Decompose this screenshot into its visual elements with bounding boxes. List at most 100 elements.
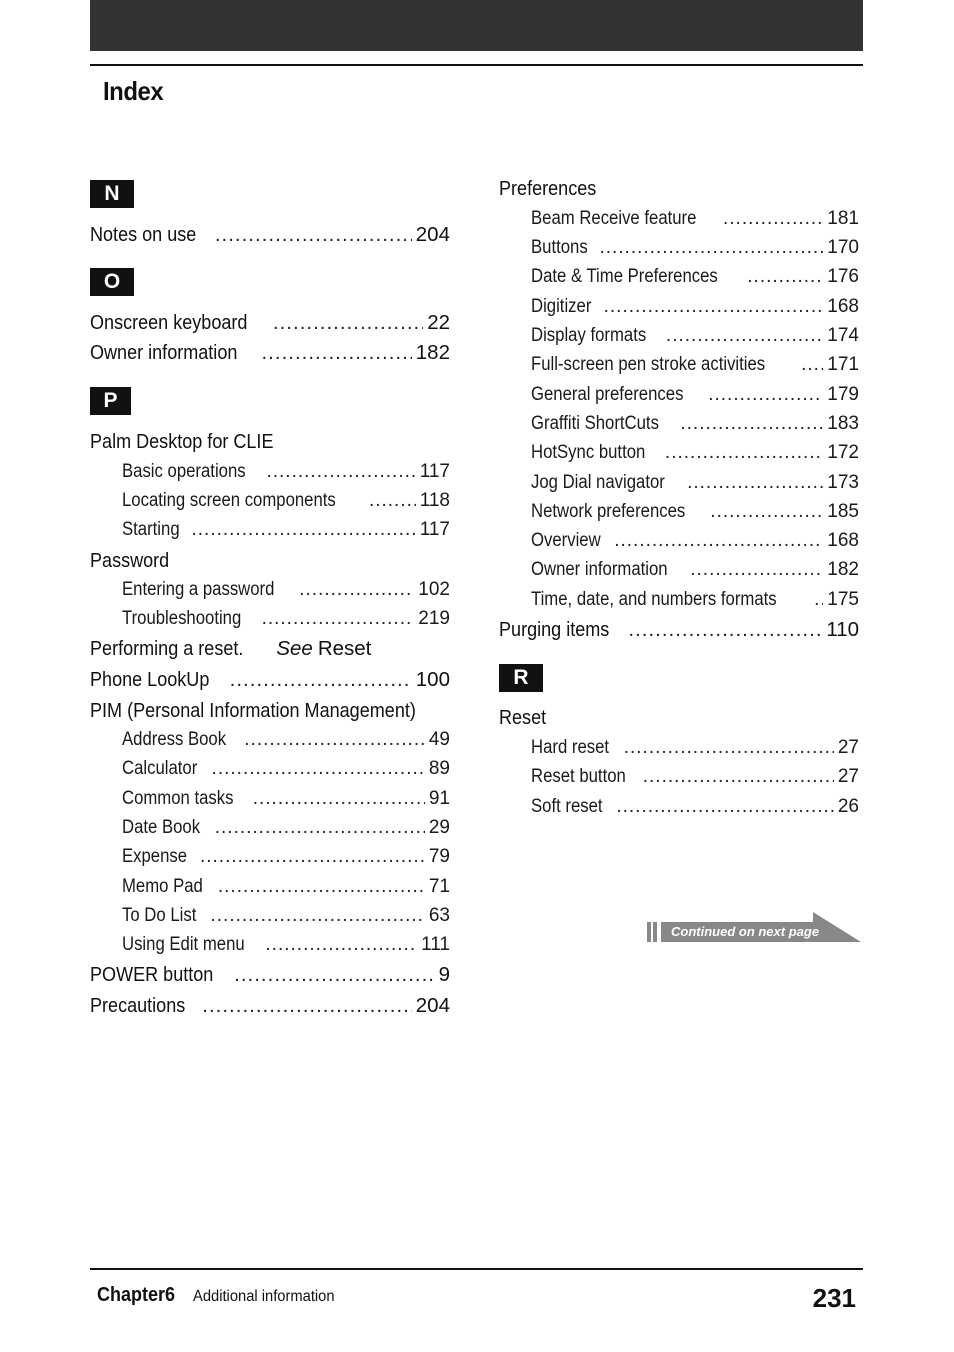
- entry-page-number[interactable]: 27: [838, 763, 859, 791]
- entry-page-number[interactable]: 179: [827, 381, 859, 409]
- entry-page-number[interactable]: 204: [416, 992, 450, 1020]
- entry-page-number[interactable]: 204: [416, 221, 450, 249]
- entry-label: To Do List: [122, 905, 197, 926]
- entry-page-number[interactable]: 168: [827, 527, 859, 555]
- entry-page-number[interactable]: 171: [827, 351, 859, 379]
- entry-page-number[interactable]: 219: [418, 605, 450, 633]
- section-letter-badge: N: [90, 180, 134, 208]
- dot-leader: [801, 351, 823, 379]
- entry-page-number[interactable]: 102: [418, 576, 450, 604]
- dot-leader: [614, 527, 823, 555]
- entry-page-number[interactable]: 181: [827, 205, 859, 233]
- entry-page-number[interactable]: 170: [827, 234, 859, 262]
- entry-page-number[interactable]: 9: [439, 961, 450, 989]
- entry-page-number[interactable]: 172: [827, 439, 859, 467]
- footer-section-title: Additional information: [193, 1288, 335, 1305]
- index-subentry: Digitizer 168: [531, 293, 859, 321]
- entry-label: Preferences: [499, 177, 597, 200]
- entry-label: Basic operations: [122, 461, 246, 482]
- dot-leader: [643, 763, 834, 791]
- entry-label: Buttons: [531, 237, 588, 258]
- index-subentry: Common tasks 91: [122, 785, 450, 813]
- entry-page-number[interactable]: 175: [827, 586, 859, 614]
- entry-page-number[interactable]: 117: [420, 458, 450, 486]
- entry-page-number[interactable]: 63: [429, 902, 450, 930]
- index-subentry: Overview 168: [531, 527, 859, 555]
- entry-page-number[interactable]: 29: [429, 814, 450, 842]
- index-subentry: General preferences 179: [531, 381, 859, 409]
- dot-leader: [273, 309, 423, 337]
- dot-leader: [665, 439, 823, 467]
- entry-label: Jog Dial navigator: [531, 472, 665, 493]
- dot-leader: [261, 339, 411, 367]
- page-title: Index: [103, 76, 164, 106]
- dot-leader: [708, 381, 823, 409]
- entry-page-number[interactable]: 182: [416, 339, 450, 367]
- dot-leader: [599, 234, 823, 262]
- entry-label: Reset button: [531, 766, 626, 787]
- index-subentry: Full-screen pen stroke activities 171: [531, 351, 859, 379]
- see-reference-target[interactable]: Reset: [318, 635, 372, 663]
- entry-label: Date & Time Preferences: [531, 266, 718, 287]
- dot-leader: [244, 726, 425, 754]
- entry-label: Precautions: [90, 994, 186, 1017]
- entry-label: Date Book: [122, 817, 201, 838]
- entry-page-number[interactable]: 89: [429, 755, 450, 783]
- entry-page-number[interactable]: 22: [427, 309, 450, 337]
- entry-page-number[interactable]: 26: [838, 793, 859, 821]
- entry-page-number[interactable]: 183: [827, 410, 859, 438]
- dot-leader: [262, 605, 415, 633]
- entry-label: Memo Pad: [122, 876, 203, 897]
- entry-page-number[interactable]: 100: [416, 666, 450, 694]
- entry-page-number[interactable]: 182: [827, 556, 859, 584]
- entry-label: Purging items: [499, 618, 610, 641]
- page-number: 231: [812, 1283, 856, 1313]
- index-entry: Preferences: [499, 175, 610, 203]
- index-entry: Precautions 204: [90, 992, 450, 1020]
- entry-page-number[interactable]: 79: [429, 843, 450, 871]
- entry-label: General preferences: [531, 384, 684, 405]
- continued-label: Continued on next page: [671, 924, 820, 939]
- entry-page-number[interactable]: 174: [827, 322, 859, 350]
- entry-page-number[interactable]: 117: [420, 516, 450, 544]
- entry-label: Expense: [122, 846, 188, 867]
- entry-page-number[interactable]: 71: [429, 873, 450, 901]
- entry-page-number[interactable]: 111: [421, 931, 450, 959]
- index-subentry: Using Edit menu 111: [122, 931, 450, 959]
- entry-page-number[interactable]: 27: [838, 734, 859, 762]
- entry-label: Owner information: [531, 559, 668, 580]
- entry-label: Using Edit menu: [122, 934, 245, 955]
- index-subentry: Display formats 174: [531, 322, 859, 350]
- dot-leader: [234, 961, 434, 989]
- entry-page-number[interactable]: 168: [827, 293, 859, 321]
- index-subentry: Expense 79: [122, 843, 450, 871]
- index-subentry: Beam Receive feature 181: [531, 205, 859, 233]
- entry-label: Performing a reset.: [90, 637, 244, 660]
- index-subentry: Buttons 170: [531, 234, 859, 262]
- section-letter-badge: R: [499, 664, 543, 692]
- index-subentry: Jog Dial navigator 173: [531, 469, 859, 497]
- index-entry: Onscreen keyboard 22: [90, 309, 450, 337]
- entry-label: Hard reset: [531, 737, 610, 758]
- entry-page-number[interactable]: 49: [429, 726, 450, 754]
- dot-leader: [212, 755, 425, 783]
- index-entry: Purging items 110: [499, 616, 859, 644]
- entry-page-number[interactable]: 91: [429, 785, 450, 813]
- entry-label: Overview: [531, 530, 601, 551]
- entry-page-number[interactable]: 185: [827, 498, 859, 526]
- index-subentry: Network preferences 185: [531, 498, 859, 526]
- dot-leader: [690, 556, 823, 584]
- dot-leader: [202, 992, 412, 1020]
- entry-page-number[interactable]: 173: [827, 469, 859, 497]
- entry-page-number[interactable]: 176: [827, 263, 859, 291]
- header-rule: [90, 64, 863, 66]
- entry-page-number[interactable]: 110: [826, 616, 859, 644]
- index-subentry: Troubleshooting 219: [122, 605, 450, 633]
- entry-label: Time, date, and numbers formats: [531, 589, 777, 610]
- index-entry: Performing a reset. See Reset: [90, 635, 371, 663]
- dot-leader: [218, 873, 425, 901]
- header-bar: [90, 0, 863, 51]
- index-subentry: Entering a password 102: [122, 576, 450, 604]
- entry-label: Phone LookUp: [90, 668, 210, 691]
- entry-page-number[interactable]: 118: [420, 487, 450, 515]
